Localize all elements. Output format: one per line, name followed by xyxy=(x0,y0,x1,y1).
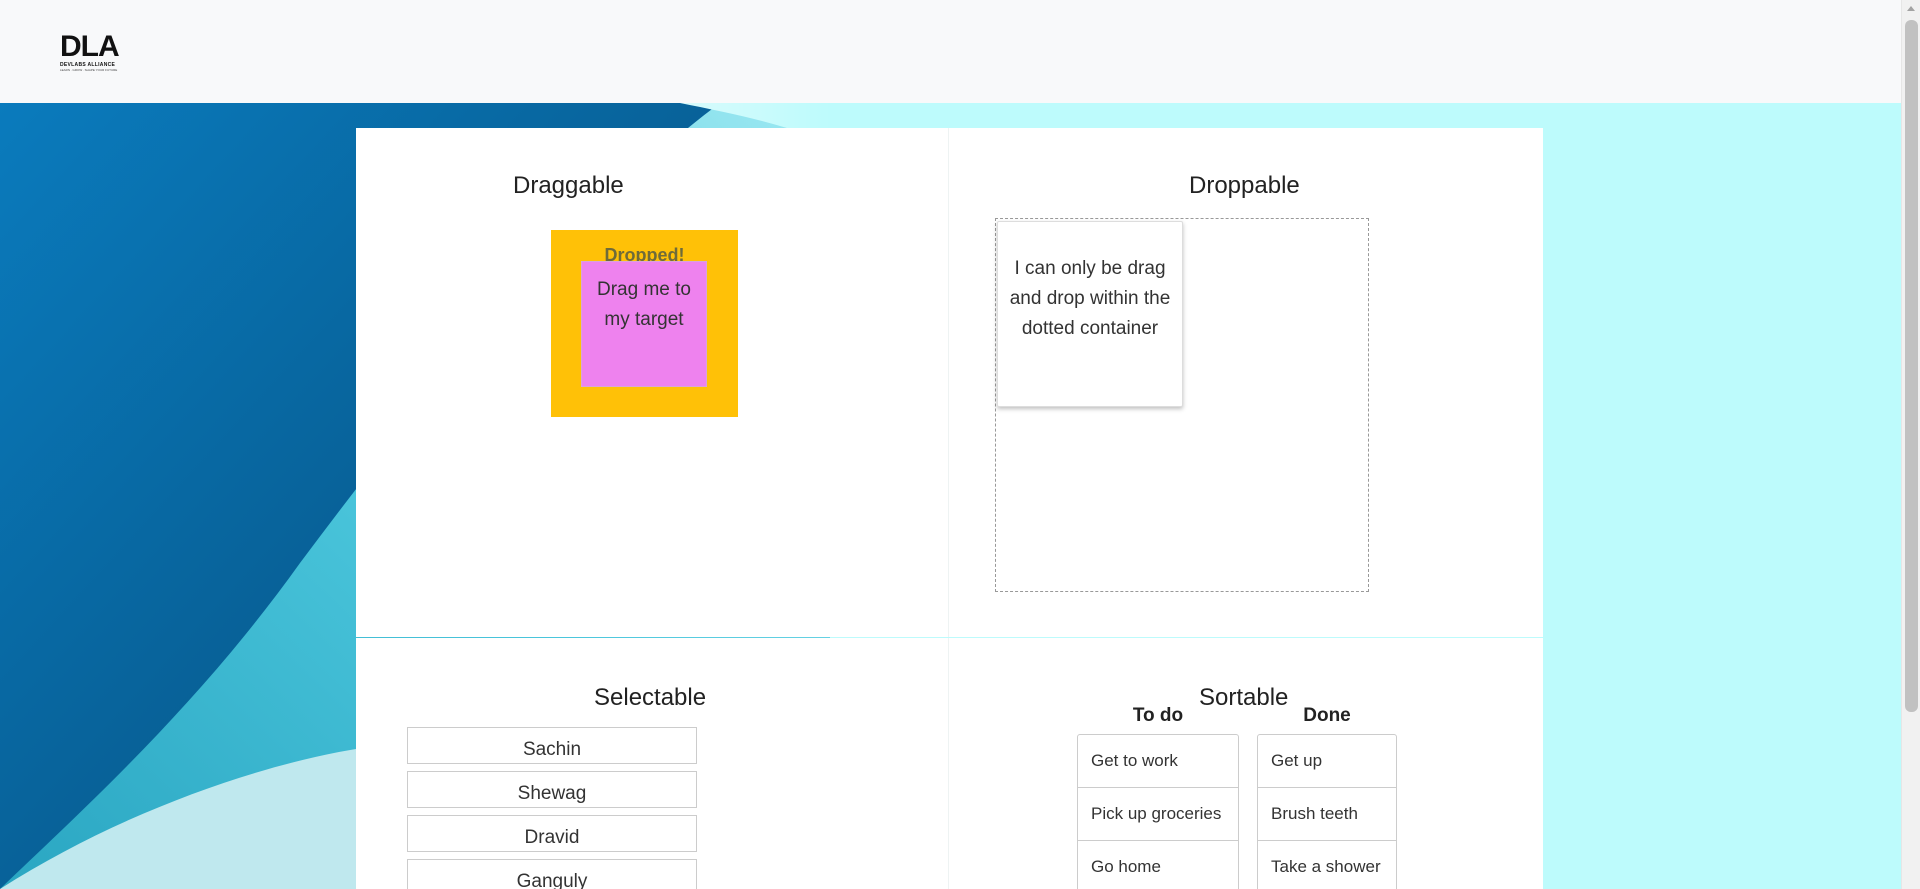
selectable-item[interactable]: Ganguly xyxy=(407,859,697,889)
selectable-item[interactable]: Sachin xyxy=(407,727,697,764)
logo-tagline: LEARN . GROW . SHAPE YOUR FUTURE xyxy=(60,68,118,72)
sortable-item[interactable]: Get up xyxy=(1258,735,1396,788)
draggable-panel: Draggable Dropped! Drag me to my target xyxy=(356,128,949,637)
selectable-item[interactable]: Dravid xyxy=(407,815,697,852)
selectable-list: Sachin Shewag Dravid Ganguly xyxy=(407,727,697,889)
sortable-column-done: Done Get up Brush teeth Take a shower xyxy=(1257,705,1397,889)
page-scrollbar[interactable] xyxy=(1901,0,1920,889)
selectable-title: Selectable xyxy=(594,684,707,711)
sortable-item[interactable]: Take a shower xyxy=(1258,841,1396,889)
todo-list: Get to work Pick up groceries Go home xyxy=(1077,734,1239,889)
scroll-up-arrow-icon[interactable] xyxy=(1907,6,1915,11)
top-header: DLA DEVLABS ALLIANCE LEARN . GROW . SHAP… xyxy=(0,0,1901,103)
scrollbar-thumb[interactable] xyxy=(1905,20,1918,712)
sortable-item[interactable]: Go home xyxy=(1078,841,1238,889)
draggable-title: Draggable xyxy=(513,172,624,199)
sortable-item[interactable]: Pick up groceries xyxy=(1078,788,1238,841)
selectable-item[interactable]: Shewag xyxy=(407,771,697,808)
todo-column-title: To do xyxy=(1132,705,1184,726)
devlabs-logo[interactable]: DLA DEVLABS ALLIANCE LEARN . GROW . SHAP… xyxy=(60,30,130,73)
droppable-title: Droppable xyxy=(1189,172,1300,199)
sortable-item[interactable]: Get to work xyxy=(1078,735,1238,788)
logo-mark: DLA xyxy=(60,30,120,63)
done-column-title: Done xyxy=(1303,705,1351,726)
selectable-panel: Selectable Sachin Shewag Dravid Ganguly xyxy=(356,638,949,889)
drag-me-box[interactable]: Drag me to my target xyxy=(581,261,707,387)
sortable-item[interactable]: Brush teeth xyxy=(1258,788,1396,841)
done-list: Get up Brush teeth Take a shower xyxy=(1257,734,1397,889)
contained-draggable-box[interactable]: I can only be drag and drop within the d… xyxy=(997,221,1183,407)
sortable-column-todo: To do Get to work Pick up groceries Go h… xyxy=(1077,705,1239,889)
droppable-panel: Droppable I can only be drag and drop wi… xyxy=(949,128,1543,637)
sortable-panel: Sortable To do Get to work Pick up groce… xyxy=(949,638,1543,889)
